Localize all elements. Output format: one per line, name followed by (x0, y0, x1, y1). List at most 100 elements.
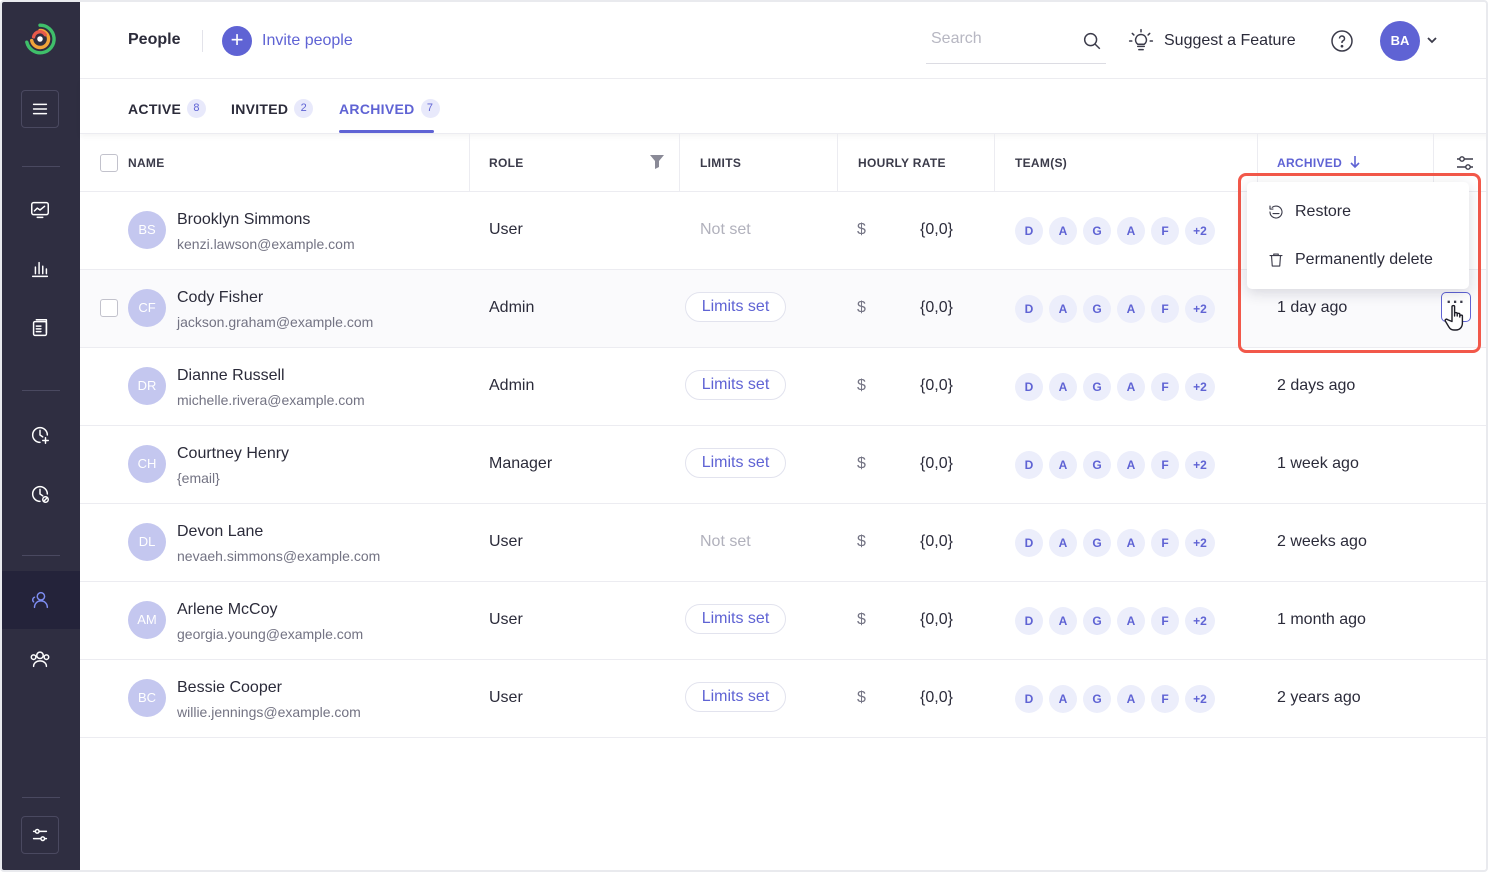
team-chip[interactable]: D (1015, 373, 1043, 401)
team-chip[interactable]: A (1117, 607, 1145, 635)
settings-sliders-icon[interactable] (21, 816, 59, 854)
member-name[interactable]: Dianne Russell (177, 367, 285, 385)
team-chip[interactable]: F (1151, 451, 1179, 479)
table-row[interactable]: BC Bessie Cooper willie.jennings@example.c… (80, 660, 1486, 738)
team-chip[interactable]: A (1049, 451, 1077, 479)
team-chip[interactable]: A (1049, 529, 1077, 557)
team-chip[interactable]: A (1049, 295, 1077, 323)
member-name[interactable]: Cody Fisher (177, 289, 263, 307)
team-more-badge[interactable]: +2 (1185, 295, 1215, 323)
team-chip[interactable]: F (1151, 685, 1179, 713)
select-all-checkbox[interactable] (100, 154, 118, 172)
team-chip[interactable]: D (1015, 607, 1043, 635)
user-avatar[interactable]: BA (1380, 21, 1420, 61)
table-row[interactable]: DR Dianne Russell michelle.rivera@example.… (80, 348, 1486, 426)
limits-set-button[interactable]: Limits set (685, 682, 786, 712)
team-chip[interactable]: A (1117, 451, 1145, 479)
member-name[interactable]: Courtney Henry (177, 445, 289, 463)
team-chip[interactable]: D (1015, 217, 1043, 245)
team-chip[interactable]: G (1083, 217, 1111, 245)
column-header-role[interactable]: ROLE (489, 156, 524, 170)
team-more-badge[interactable]: +2 (1185, 373, 1215, 401)
team-chip[interactable]: A (1117, 217, 1145, 245)
dashboard-icon[interactable] (21, 191, 59, 229)
column-settings-icon[interactable] (1454, 152, 1476, 174)
limits-set-button[interactable]: Limits set (685, 370, 786, 400)
sort-descending-icon[interactable] (1348, 154, 1362, 170)
limits-set-button[interactable]: Limits set (685, 292, 786, 322)
team-chip[interactable]: D (1015, 529, 1043, 557)
teams-icon[interactable] (21, 640, 59, 678)
team-chip[interactable]: A (1117, 373, 1145, 401)
search-input[interactable] (931, 30, 1071, 48)
people-icon[interactable] (21, 581, 59, 619)
member-name[interactable]: Devon Lane (177, 523, 263, 541)
chevron-down-icon[interactable] (1425, 33, 1439, 47)
team-chip[interactable]: F (1151, 607, 1179, 635)
member-name[interactable]: Bessie Cooper (177, 679, 282, 697)
team-chip[interactable]: G (1083, 451, 1111, 479)
team-chip[interactable]: A (1049, 217, 1077, 245)
team-chip[interactable]: F (1151, 529, 1179, 557)
member-name[interactable]: Arlene McCoy (177, 601, 277, 619)
column-header-archived[interactable]: ARCHIVED (1277, 156, 1342, 170)
team-more-badge[interactable]: +2 (1185, 451, 1215, 479)
team-more-badge[interactable]: +2 (1185, 217, 1215, 245)
team-chip[interactable]: A (1117, 529, 1145, 557)
timesheets-icon[interactable] (21, 309, 59, 347)
archived-date: 2 years ago (1277, 689, 1361, 706)
row-checkbox[interactable] (100, 299, 118, 317)
member-name[interactable]: Brooklyn Simmons (177, 211, 310, 229)
restore-menu-item[interactable]: Restore (1247, 190, 1469, 234)
currency-symbol: $ (857, 455, 866, 472)
limits-set-button[interactable]: Limits set (685, 448, 786, 478)
help-icon[interactable] (1330, 29, 1354, 53)
avatar: BS (128, 211, 166, 249)
table-row[interactable]: DL Devon Lane nevaeh.simmons@example.com Us… (80, 504, 1486, 582)
team-chip[interactable]: G (1083, 295, 1111, 323)
column-header-limits[interactable]: LIMITS (700, 156, 741, 170)
lightbulb-icon (1128, 28, 1154, 51)
time-off-icon[interactable] (21, 475, 59, 513)
column-divider (994, 134, 995, 192)
team-chip[interactable]: G (1083, 373, 1111, 401)
team-chip[interactable]: A (1049, 685, 1077, 713)
suggest-feature-button[interactable]: Suggest a Feature (1128, 28, 1296, 54)
hourly-rate: {0,0} (920, 221, 953, 238)
team-chip[interactable]: A (1117, 685, 1145, 713)
team-more-badge[interactable]: +2 (1185, 529, 1215, 557)
search-icon[interactable] (1081, 30, 1103, 52)
column-header-hourly-rate[interactable]: HOURLY RATE (858, 156, 946, 170)
team-chip[interactable]: F (1151, 373, 1179, 401)
plus-icon: + (222, 26, 252, 56)
tab-archived[interactable]: ARCHIVED 7 (339, 99, 440, 118)
app-logo[interactable] (21, 20, 59, 58)
tab-invited[interactable]: INVITED 2 (231, 99, 314, 118)
filter-icon[interactable] (650, 155, 664, 169)
team-chip[interactable]: A (1049, 607, 1077, 635)
table-row[interactable]: AM Arlene McCoy georgia.young@example.com U… (80, 582, 1486, 660)
limits-set-button[interactable]: Limits set (685, 604, 786, 634)
team-chip[interactable]: F (1151, 217, 1179, 245)
permanently-delete-menu-item[interactable]: Permanently delete (1247, 238, 1469, 282)
team-chip[interactable]: G (1083, 607, 1111, 635)
reports-icon[interactable] (21, 250, 59, 288)
invite-people-button[interactable]: + Invite people (222, 26, 353, 56)
column-header-teams[interactable]: TEAM(S) (1015, 156, 1067, 170)
team-chip[interactable]: D (1015, 295, 1043, 323)
avatar: CF (128, 289, 166, 327)
team-chip[interactable]: D (1015, 685, 1043, 713)
team-more-badge[interactable]: +2 (1185, 685, 1215, 713)
team-chip[interactable]: F (1151, 295, 1179, 323)
table-row[interactable]: CH Courtney Henry {email} Manager Limits set… (80, 426, 1486, 504)
column-header-name[interactable]: NAME (128, 156, 165, 170)
add-time-icon[interactable] (21, 416, 59, 454)
team-chip[interactable]: D (1015, 451, 1043, 479)
team-chip[interactable]: G (1083, 529, 1111, 557)
menu-toggle-icon[interactable] (21, 90, 59, 128)
team-more-badge[interactable]: +2 (1185, 607, 1215, 635)
tab-active[interactable]: ACTIVE 8 (128, 99, 207, 118)
team-chip[interactable]: A (1049, 373, 1077, 401)
team-chip[interactable]: A (1117, 295, 1145, 323)
team-chip[interactable]: G (1083, 685, 1111, 713)
